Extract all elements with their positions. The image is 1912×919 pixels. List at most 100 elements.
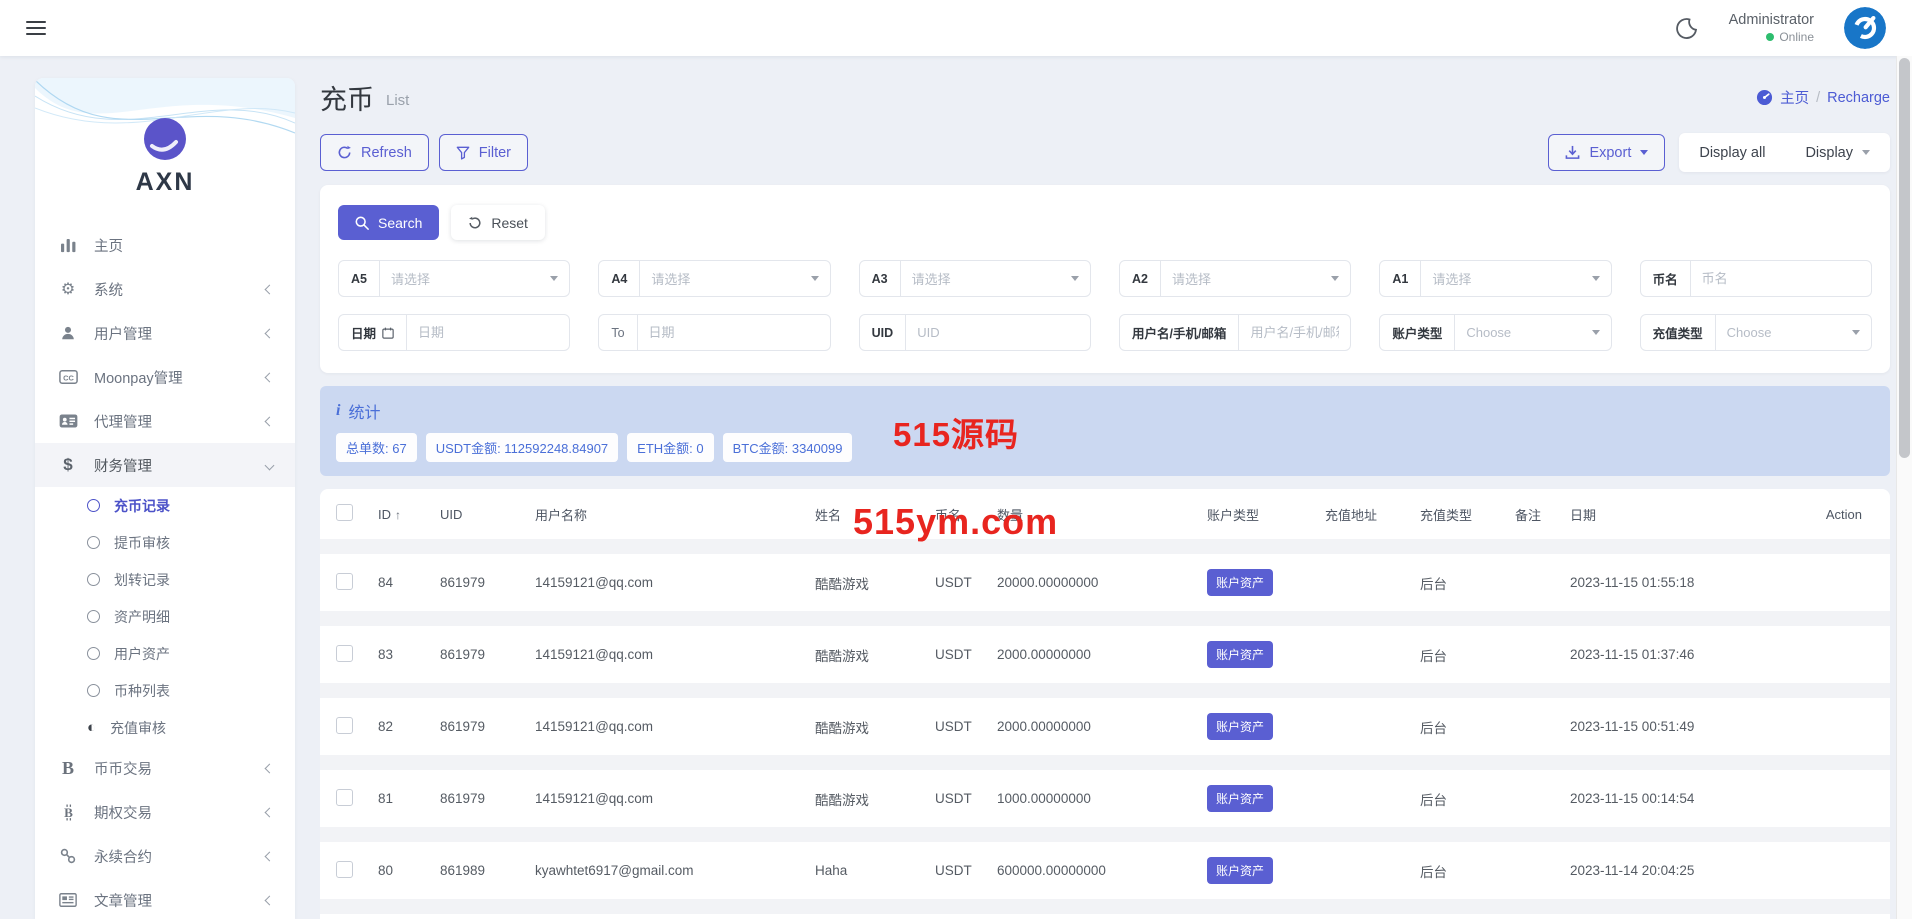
circle-icon	[87, 536, 100, 549]
filter-coin-name: 币名	[1639, 260, 1872, 297]
sidebar-item-agents[interactable]: 代理管理	[35, 399, 295, 443]
sidebar-item-system[interactable]: ⚙ 系统	[35, 267, 295, 311]
cell-amount: 20000.00000000	[997, 575, 1099, 590]
dark-mode-moon-icon[interactable]	[1675, 16, 1699, 40]
sidebar-subitem-withdraw-review[interactable]: 提币审核	[35, 524, 295, 561]
bar-chart-icon	[57, 238, 79, 253]
menu-toggle-icon[interactable]	[26, 17, 46, 39]
sidebar-subitem-label: 提币审核	[114, 534, 170, 551]
date-from-input[interactable]	[407, 325, 570, 340]
filter-user: 用户名/手机/邮箱	[1118, 314, 1352, 351]
cell-uid: 861979	[440, 647, 486, 662]
a3-select[interactable]: 请选择	[901, 269, 1071, 288]
row-checkbox[interactable]	[336, 788, 353, 806]
letter-b-icon: B	[61, 757, 74, 778]
uid-input[interactable]	[906, 325, 1090, 340]
cell-name: 酷酷游戏	[815, 648, 869, 664]
account-type-select[interactable]: Choose	[1455, 325, 1591, 340]
row-checkbox[interactable]	[336, 860, 353, 878]
sidebar-subitem-recharge-records[interactable]: 充币记录	[35, 487, 295, 524]
sidebar-subitem-asset-details[interactable]: 资产明细	[35, 598, 295, 635]
sidebar-item-moonpay[interactable]: CC Moonpay管理	[35, 355, 295, 399]
page-scrollbar	[1896, 56, 1912, 919]
avatar[interactable]	[1844, 7, 1886, 49]
col-address: 充值地址	[1325, 507, 1378, 523]
filter-label: A2	[1120, 261, 1161, 296]
sidebar-item-perpetual-contracts[interactable]: 永续合约	[35, 834, 295, 878]
filter-label: 日期	[339, 315, 408, 350]
sidebar-item-label: 用户管理	[94, 326, 152, 343]
sidebar-subitem-coin-list[interactable]: 币种列表	[35, 672, 295, 709]
sidebar-item-options-trading[interactable]: B 期权交易	[35, 790, 295, 834]
stat-total-orders: 总单数: 67	[336, 433, 417, 462]
page-subtitle: List	[386, 92, 410, 109]
col-date: 日期	[1570, 507, 1597, 523]
page-title: 充币	[320, 85, 374, 115]
sidebar-item-finance[interactable]: $ 财务管理	[35, 443, 295, 487]
sidebar-item-spot-trading[interactable]: B 币币交易	[35, 746, 295, 790]
filter-label: 充值类型	[1641, 315, 1716, 350]
cell-amount: 600000.00000000	[997, 863, 1106, 878]
filter-label: 币名	[1641, 261, 1691, 296]
display-button[interactable]: Display	[1785, 133, 1890, 172]
reset-button[interactable]: Reset	[451, 205, 545, 240]
cell-name: 酷酷游戏	[815, 576, 869, 592]
reset-label: Reset	[491, 214, 528, 231]
scrollbar-thumb[interactable]	[1899, 58, 1910, 458]
filter-label: To	[599, 315, 638, 350]
cell-username: 14159121@qq.com	[535, 647, 654, 662]
filter-recharge-type: 充值类型 Choose	[1639, 314, 1872, 351]
table-header: ID ↑ UID 用户名称 姓名 币名 数量 账户类型 充值地址 充值类型 备注 …	[336, 489, 1874, 539]
sidebar-item-articles[interactable]: 文章管理	[35, 878, 295, 919]
sidebar-subitem-transfer-records[interactable]: 划转记录	[35, 561, 295, 598]
cell-date: 2023-11-15 00:51:49	[1570, 719, 1695, 734]
sidebar-subitem-user-assets[interactable]: 用户资产	[35, 635, 295, 672]
calendar-icon	[382, 327, 394, 339]
a4-select[interactable]: 请选择	[640, 269, 810, 288]
row-checkbox[interactable]	[336, 572, 353, 590]
export-button[interactable]: Export	[1548, 134, 1666, 171]
toolbar: Refresh Filter Export Display all Displa…	[320, 133, 1890, 172]
caret-down-icon	[810, 276, 819, 281]
a2-select[interactable]: 请选择	[1161, 269, 1331, 288]
cell-name: Haha	[815, 863, 848, 878]
sidebar-subitem-label: 资产明细	[114, 608, 170, 625]
cell-id: 83	[378, 647, 394, 662]
user-input[interactable]	[1239, 325, 1351, 340]
row-checkbox[interactable]	[336, 716, 353, 734]
filter-button[interactable]: Filter	[438, 134, 529, 171]
sidebar-item-label: 主页	[94, 238, 123, 255]
display-all-button[interactable]: Display all	[1679, 133, 1785, 172]
row-checkbox[interactable]	[336, 644, 353, 662]
search-button[interactable]: Search	[338, 205, 440, 240]
recharge-type-select[interactable]: Choose	[1716, 325, 1852, 340]
sidebar-subitem-recharge-review[interactable]: ◐ 充值审核	[35, 709, 295, 746]
bitcoin-icon: B	[57, 804, 79, 821]
caret-down-icon	[1591, 276, 1600, 281]
sidebar-item-home[interactable]: 主页	[35, 223, 295, 267]
a1-select[interactable]: 请选择	[1421, 269, 1591, 288]
main-content: 充币 List 主页 / Recharge Refresh Filter Exp…	[320, 78, 1890, 919]
account-type-badge: 账户资产	[1207, 641, 1274, 668]
cell-recharge-type: 后台	[1420, 720, 1447, 736]
coin-name-input[interactable]	[1690, 271, 1871, 286]
cell-uid: 861979	[440, 719, 486, 734]
sidebar-subitem-label: 币种列表	[114, 682, 170, 699]
brand-name: AXN	[135, 168, 195, 196]
col-id[interactable]: ID ↑	[378, 507, 440, 522]
circle-icon	[87, 499, 100, 512]
sidebar-item-label: 系统	[94, 282, 123, 299]
stats-panel: i 统计 总单数: 67 USDT金额: 112592248.84907 ETH…	[320, 386, 1890, 476]
date-to-input[interactable]	[637, 325, 830, 340]
breadcrumb-home[interactable]: 主页	[1780, 87, 1809, 108]
a5-select[interactable]: 请选择	[380, 269, 550, 288]
display-card: Display all Display	[1679, 133, 1890, 172]
breadcrumb-separator: /	[1816, 89, 1821, 106]
refresh-button[interactable]: Refresh	[320, 134, 429, 171]
sidebar-item-users[interactable]: 用户管理	[35, 311, 295, 355]
sidebar-subitem-label: 用户资产	[114, 645, 170, 662]
chevron-left-icon	[264, 372, 275, 382]
sidebar-item-label: 期权交易	[94, 805, 152, 822]
select-all-checkbox[interactable]	[336, 504, 353, 521]
row-divider	[320, 827, 1890, 842]
